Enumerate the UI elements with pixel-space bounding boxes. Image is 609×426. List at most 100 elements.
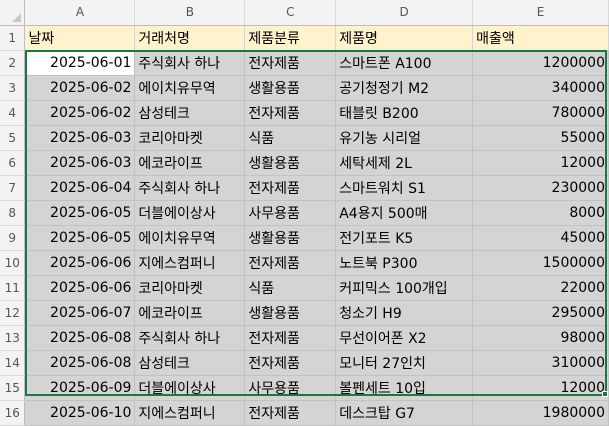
column-header-e[interactable]: E [472, 0, 609, 26]
cell-c16[interactable]: 전자제품 [244, 400, 337, 426]
cell-e10[interactable]: 1500000 [472, 250, 609, 276]
cell-c15[interactable]: 사무용품 [244, 375, 337, 401]
cell-c14[interactable]: 전자제품 [244, 350, 337, 376]
cell-e13[interactable]: 98000 [472, 325, 609, 351]
cell-b9[interactable]: 에이치유무역 [134, 225, 246, 251]
cell-c4[interactable]: 전자제품 [244, 100, 337, 126]
cell-c9[interactable]: 생활용품 [244, 225, 337, 251]
row-header[interactable]: 12 [0, 300, 26, 326]
cell-a8[interactable]: 2025-06-05 [24, 200, 136, 226]
cell-b6[interactable]: 에코라이프 [134, 150, 246, 176]
cell-e11[interactable]: 22000 [472, 275, 609, 301]
cell-b4[interactable]: 삼성테크 [134, 100, 246, 126]
select-all-corner[interactable] [0, 0, 26, 26]
cell-a3[interactable]: 2025-06-02 [24, 75, 136, 101]
cell-d2[interactable]: 스마트폰 A100 [335, 50, 474, 76]
cell-b16[interactable]: 지에스컴퍼니 [134, 400, 246, 426]
cell-d11[interactable]: 커피믹스 100개입 [335, 275, 474, 301]
cell-b15[interactable]: 더블에이상사 [134, 375, 246, 401]
cell-a2[interactable]: 2025-06-01 [24, 50, 136, 76]
cell-c10[interactable]: 전자제품 [244, 250, 337, 276]
cell-d13[interactable]: 무선이어폰 X2 [335, 325, 474, 351]
cell-d10[interactable]: 노트북 P300 [335, 250, 474, 276]
cell-d15[interactable]: 볼펜세트 10입 [335, 375, 474, 401]
cell-b2[interactable]: 주식회사 하나 [134, 50, 246, 76]
cell-d5[interactable]: 유기농 시리얼 [335, 125, 474, 151]
cell-a6[interactable]: 2025-06-03 [24, 150, 136, 176]
row-header[interactable]: 14 [0, 350, 26, 376]
cell-c1[interactable]: 제품분류 [244, 25, 337, 51]
row-header[interactable]: 1 [0, 25, 26, 51]
column-header-b[interactable]: B [134, 0, 246, 26]
column-header-c[interactable]: C [244, 0, 337, 26]
row-header[interactable]: 13 [0, 325, 26, 351]
cell-a5[interactable]: 2025-06-03 [24, 125, 136, 151]
cell-b11[interactable]: 코리아마켓 [134, 275, 246, 301]
row-header[interactable]: 2 [0, 50, 26, 76]
cell-c13[interactable]: 전자제품 [244, 325, 337, 351]
row-header[interactable]: 15 [0, 375, 26, 401]
cell-e8[interactable]: 8000 [472, 200, 609, 226]
cell-e5[interactable]: 55000 [472, 125, 609, 151]
cell-c12[interactable]: 생활용품 [244, 300, 337, 326]
row-header[interactable]: 11 [0, 275, 26, 301]
cell-b8[interactable]: 더블에이상사 [134, 200, 246, 226]
row-header[interactable]: 4 [0, 100, 26, 126]
cell-c2[interactable]: 전자제품 [244, 50, 337, 76]
cell-b5[interactable]: 코리아마켓 [134, 125, 246, 151]
cell-b10[interactable]: 지에스컴퍼니 [134, 250, 246, 276]
row-header[interactable]: 9 [0, 225, 26, 251]
column-header-d[interactable]: D [335, 0, 474, 26]
cell-a12[interactable]: 2025-06-07 [24, 300, 136, 326]
cell-b3[interactable]: 에이치유무역 [134, 75, 246, 101]
cell-e12[interactable]: 295000 [472, 300, 609, 326]
cell-c11[interactable]: 식품 [244, 275, 337, 301]
cell-e3[interactable]: 340000 [472, 75, 609, 101]
cell-e7[interactable]: 230000 [472, 175, 609, 201]
cell-a13[interactable]: 2025-06-08 [24, 325, 136, 351]
cell-e4[interactable]: 780000 [472, 100, 609, 126]
cell-e6[interactable]: 12000 [472, 150, 609, 176]
cell-e9[interactable]: 45000 [472, 225, 609, 251]
cell-a1[interactable]: 날짜 [24, 25, 136, 51]
cell-d9[interactable]: 전기포트 K5 [335, 225, 474, 251]
cell-e2[interactable]: 1200000 [472, 50, 609, 76]
cell-a9[interactable]: 2025-06-05 [24, 225, 136, 251]
cell-c5[interactable]: 식품 [244, 125, 337, 151]
row-header[interactable]: 10 [0, 250, 26, 276]
cell-a15[interactable]: 2025-06-09 [24, 375, 136, 401]
row-header[interactable]: 3 [0, 75, 26, 101]
row-header[interactable]: 7 [0, 175, 26, 201]
cell-a10[interactable]: 2025-06-06 [24, 250, 136, 276]
cell-d16[interactable]: 데스크탑 G7 [335, 400, 474, 426]
cell-d12[interactable]: 청소기 H9 [335, 300, 474, 326]
cell-e15[interactable]: 12000 [472, 375, 609, 401]
cell-e16[interactable]: 1980000 [472, 400, 609, 426]
cell-a14[interactable]: 2025-06-08 [24, 350, 136, 376]
cell-c8[interactable]: 사무용품 [244, 200, 337, 226]
cell-c7[interactable]: 전자제품 [244, 175, 337, 201]
row-header[interactable]: 16 [0, 400, 26, 426]
cell-b12[interactable]: 에코라이프 [134, 300, 246, 326]
row-header[interactable]: 8 [0, 200, 26, 226]
cell-a11[interactable]: 2025-06-06 [24, 275, 136, 301]
cell-d14[interactable]: 모니터 27인치 [335, 350, 474, 376]
cell-a4[interactable]: 2025-06-02 [24, 100, 136, 126]
cell-c3[interactable]: 생활용품 [244, 75, 337, 101]
cell-b14[interactable]: 삼성테크 [134, 350, 246, 376]
cell-d4[interactable]: 태블릿 B200 [335, 100, 474, 126]
cell-a7[interactable]: 2025-06-04 [24, 175, 136, 201]
cell-d7[interactable]: 스마트워치 S1 [335, 175, 474, 201]
fill-handle[interactable] [602, 391, 608, 397]
cell-d6[interactable]: 세탁세제 2L [335, 150, 474, 176]
row-header[interactable]: 6 [0, 150, 26, 176]
cell-d8[interactable]: A4용지 500매 [335, 200, 474, 226]
cell-d1[interactable]: 제품명 [335, 25, 474, 51]
cell-a16[interactable]: 2025-06-10 [24, 400, 136, 426]
row-header[interactable]: 5 [0, 125, 26, 151]
cell-c6[interactable]: 생활용품 [244, 150, 337, 176]
cell-b1[interactable]: 거래처명 [134, 25, 246, 51]
cell-d3[interactable]: 공기청정기 M2 [335, 75, 474, 101]
column-header-a[interactable]: A [24, 0, 136, 26]
cell-b7[interactable]: 주식회사 하나 [134, 175, 246, 201]
